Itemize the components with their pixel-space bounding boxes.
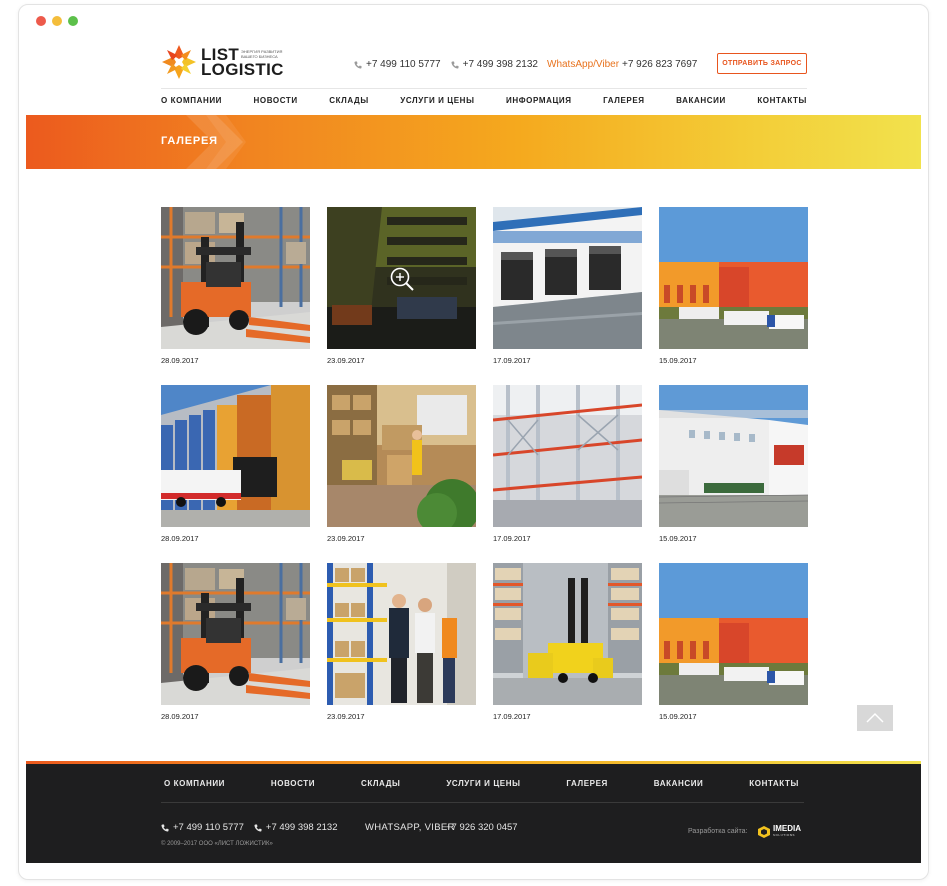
send-request-button[interactable]: ОТПРАВИТЬ ЗАПРОС bbox=[717, 53, 807, 74]
gallery-image-warehouse-exterior[interactable] bbox=[659, 207, 808, 349]
header-phones: +7 499 110 5777 +7 499 398 2132 bbox=[354, 59, 548, 70]
gallery-date: 28.09.2017 bbox=[161, 712, 199, 721]
gallery-image-forklift[interactable] bbox=[161, 563, 310, 705]
footer-phone-1-text: +7 499 110 5777 bbox=[173, 822, 244, 833]
gallery-grid: 28.09.2017 23.09.2017 17.09.2017 15.09.2… bbox=[161, 207, 808, 741]
logo-star-icon bbox=[162, 45, 196, 79]
gallery-date: 23.09.2017 bbox=[327, 712, 365, 721]
gallery-date: 23.09.2017 bbox=[327, 534, 365, 543]
gallery-image-forklift[interactable] bbox=[161, 207, 310, 349]
window-controls bbox=[36, 16, 78, 26]
footer-nav-services[interactable]: УСЛУГИ И ЦЕНЫ bbox=[446, 779, 520, 788]
footer-phone-2[interactable]: +7 499 398 2132 bbox=[254, 822, 338, 833]
gallery-item[interactable]: 17.09.2017 bbox=[493, 385, 642, 563]
gallery-image-warehouse-workers[interactable] bbox=[327, 385, 476, 527]
nav-item-contacts[interactable]: КОНТАКТЫ bbox=[757, 96, 807, 105]
footer-phone-2-text: +7 499 398 2132 bbox=[265, 822, 338, 833]
phone-icon bbox=[254, 824, 262, 832]
developer-sub: SOLUTIONS bbox=[773, 833, 796, 837]
footer-nav-contacts[interactable]: КОНТАКТЫ bbox=[749, 779, 799, 788]
footer-nav-gallery[interactable]: ГАЛЕРЕЯ bbox=[566, 779, 607, 788]
gallery-image-white-building[interactable] bbox=[659, 385, 808, 527]
footer-phones: +7 499 110 5777 +7 499 398 2132 bbox=[161, 822, 347, 833]
footer-nav-warehouses[interactable]: СКЛАДЫ bbox=[361, 779, 400, 788]
gallery-item[interactable]: 23.09.2017 bbox=[327, 563, 476, 741]
page-title: ГАЛЕРЕЯ bbox=[161, 135, 218, 147]
footer-phone-1[interactable]: +7 499 110 5777 bbox=[161, 822, 244, 833]
gallery-image-automated-shelves[interactable] bbox=[327, 207, 476, 349]
gallery-image-steel-racks[interactable] bbox=[493, 385, 642, 527]
nav-item-gallery[interactable]: ГАЛЕРЕЯ bbox=[603, 96, 644, 105]
gallery-item[interactable]: 17.09.2017 bbox=[493, 207, 642, 385]
gallery-image-business-people[interactable] bbox=[327, 563, 476, 705]
gallery-date: 28.09.2017 bbox=[161, 356, 199, 365]
gallery-item[interactable]: 28.09.2017 bbox=[161, 385, 310, 563]
site-footer bbox=[26, 762, 921, 863]
header-phone-2-text: +7 499 398 2132 bbox=[462, 59, 538, 70]
phone-icon bbox=[451, 61, 459, 69]
phone-icon bbox=[161, 824, 169, 832]
nav-item-about[interactable]: О КОМПАНИИ bbox=[161, 96, 222, 105]
footer-nav-vacancies[interactable]: ВАКАНСИИ bbox=[654, 779, 704, 788]
developer-logo-link[interactable]: IMEDIA SOLUTIONS bbox=[758, 825, 801, 839]
gallery-date: 23.09.2017 bbox=[327, 356, 365, 365]
gallery-date: 28.09.2017 bbox=[161, 534, 199, 543]
footer-divider bbox=[161, 802, 804, 803]
page-banner: ГАЛЕРЕЯ bbox=[26, 115, 921, 169]
phone-icon bbox=[354, 61, 362, 69]
gallery-image-colorful-building[interactable] bbox=[161, 385, 310, 527]
footer-nav-about[interactable]: О КОМПАНИИ bbox=[164, 779, 225, 788]
gallery-item[interactable]: 23.09.2017 bbox=[327, 207, 476, 385]
footer-accent-line bbox=[26, 761, 921, 764]
header-divider bbox=[161, 88, 807, 89]
gallery-date: 17.09.2017 bbox=[493, 534, 531, 543]
whatsapp-link[interactable]: WhatsApp/Viber bbox=[547, 59, 619, 70]
nav-item-services[interactable]: УСЛУГИ И ЦЕНЫ bbox=[400, 96, 474, 105]
close-window-dot[interactable] bbox=[36, 16, 46, 26]
header-phone-1[interactable]: +7 499 110 5777 bbox=[354, 59, 441, 70]
gallery-image-loading-docks[interactable] bbox=[493, 207, 642, 349]
gallery-date: 17.09.2017 bbox=[493, 356, 531, 365]
footer-whatsapp-label[interactable]: WHATSAPP, VIBER bbox=[365, 822, 455, 833]
logo-word-logistic: LOGISTIC bbox=[201, 60, 284, 79]
gallery-item[interactable]: 28.09.2017 bbox=[161, 563, 310, 741]
nav-item-vacancies[interactable]: ВАКАНСИИ bbox=[676, 96, 726, 105]
nav-item-warehouses[interactable]: СКЛАДЫ bbox=[329, 96, 368, 105]
gallery-date: 15.09.2017 bbox=[659, 356, 697, 365]
chevron-up-icon bbox=[866, 712, 884, 723]
copyright-text: © 2009–2017 ООО «ЛИСТ ЛОЖИСТИК» bbox=[161, 841, 273, 847]
nav-item-news[interactable]: НОВОСТИ bbox=[254, 96, 298, 105]
minimize-window-dot[interactable] bbox=[52, 16, 62, 26]
gallery-item[interactable]: 17.09.2017 bbox=[493, 563, 642, 741]
gallery-item[interactable]: 28.09.2017 bbox=[161, 207, 310, 385]
footer-nav: О КОМПАНИИ НОВОСТИ СКЛАДЫ УСЛУГИ И ЦЕНЫ … bbox=[164, 779, 799, 788]
developer-label: Разработка сайта: bbox=[688, 828, 748, 835]
gallery-image-reach-trucks[interactable] bbox=[493, 563, 642, 705]
maximize-window-dot[interactable] bbox=[68, 16, 78, 26]
main-nav: О КОМПАНИИ НОВОСТИ СКЛАДЫ УСЛУГИ И ЦЕНЫ … bbox=[161, 96, 807, 105]
gallery-image-warehouse-exterior[interactable] bbox=[659, 563, 808, 705]
scroll-to-top-button[interactable] bbox=[857, 705, 893, 731]
gallery-item[interactable]: 15.09.2017 bbox=[659, 385, 808, 563]
imedia-logo-icon bbox=[758, 826, 770, 838]
footer-nav-news[interactable]: НОВОСТИ bbox=[271, 779, 315, 788]
zoom-icon[interactable] bbox=[389, 266, 415, 292]
whatsapp-phone[interactable]: +7 926 823 7697 bbox=[622, 59, 697, 70]
nav-item-info[interactable]: ИНФОРМАЦИЯ bbox=[506, 96, 572, 105]
site-logo[interactable]: LIST энергия развития вашего бизнеса LOG… bbox=[161, 44, 285, 80]
gallery-item[interactable]: 23.09.2017 bbox=[327, 385, 476, 563]
header-phone-1-text: +7 499 110 5777 bbox=[366, 59, 441, 70]
gallery-item[interactable]: 15.09.2017 bbox=[659, 207, 808, 385]
gallery-item[interactable]: 15.09.2017 bbox=[659, 563, 808, 741]
gallery-date: 15.09.2017 bbox=[659, 712, 697, 721]
header-phone-2[interactable]: +7 499 398 2132 bbox=[451, 59, 538, 70]
gallery-date: 15.09.2017 bbox=[659, 534, 697, 543]
footer-whatsapp-phone[interactable]: +7 926 320 0457 bbox=[446, 822, 518, 833]
gallery-date: 17.09.2017 bbox=[493, 712, 531, 721]
